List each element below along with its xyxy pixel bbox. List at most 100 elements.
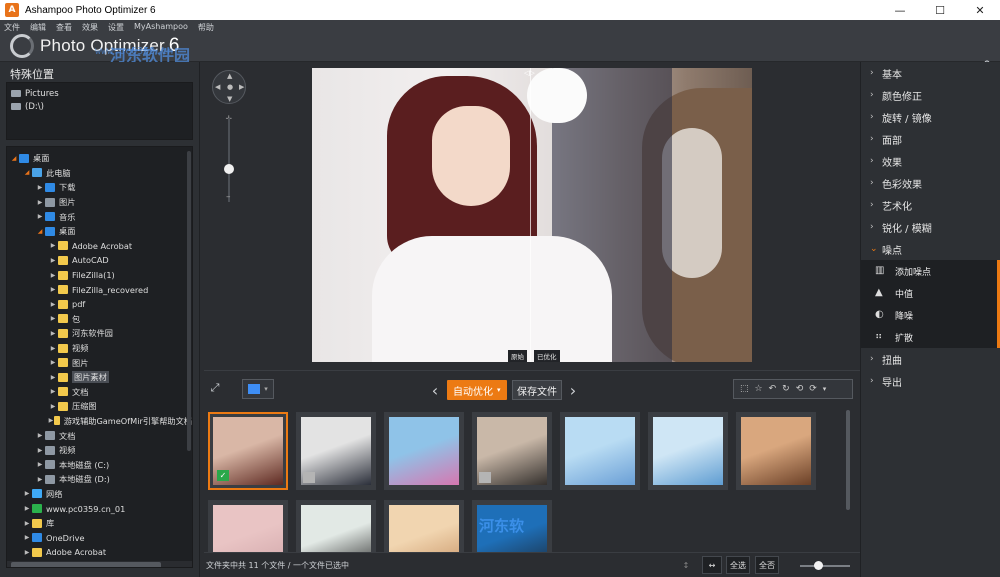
pan-up-icon[interactable]: ▲ bbox=[227, 72, 232, 80]
effect-category[interactable]: › 导出 bbox=[861, 370, 1000, 392]
tree-node[interactable]: ▶ pdf bbox=[9, 297, 192, 312]
collapsed-arrow-icon[interactable]: ▶ bbox=[35, 432, 45, 439]
thumbnail[interactable]: ✓ bbox=[208, 412, 288, 490]
location-drive-d[interactable]: (D:\) bbox=[11, 100, 188, 113]
thumbnail-checkbox[interactable]: ✓ bbox=[217, 470, 229, 481]
expanded-arrow-icon[interactable]: ◢ bbox=[9, 155, 19, 162]
tree-node[interactable]: ▶ 下载 bbox=[9, 180, 192, 195]
thumbnail-checkbox[interactable] bbox=[479, 472, 491, 483]
collapsed-arrow-icon[interactable]: ▶ bbox=[35, 447, 45, 454]
thumbnail[interactable]: 河东软 bbox=[472, 500, 552, 552]
noise-effect-item[interactable]: ▲ 中值 bbox=[861, 282, 997, 304]
tree-node[interactable]: ▶ 包 bbox=[9, 312, 192, 327]
effect-category[interactable]: › 旋转 / 镜像 bbox=[861, 106, 1000, 128]
tree-node[interactable]: ▶ FileZilla(1) bbox=[9, 268, 192, 283]
tree-node[interactable]: ▶ FileZilla_recovered bbox=[9, 282, 192, 297]
collapsed-arrow-icon[interactable]: ▶ bbox=[22, 549, 32, 556]
effect-category[interactable]: › 面部 bbox=[861, 128, 1000, 150]
rotate-icon[interactable]: ↻ bbox=[782, 384, 790, 394]
thumbnail[interactable] bbox=[208, 500, 288, 552]
thumbnail-checkbox[interactable] bbox=[303, 472, 315, 483]
thumbnail[interactable] bbox=[560, 412, 640, 490]
tree-node[interactable]: ▶ 图片 bbox=[9, 355, 192, 370]
collapsed-arrow-icon[interactable]: ▶ bbox=[35, 476, 45, 483]
save-file-button[interactable]: 保存文件 bbox=[512, 380, 562, 400]
thumbnail-size-slider[interactable] bbox=[800, 565, 850, 567]
tree-node[interactable]: ▶ Adobe Acrobat bbox=[9, 239, 192, 254]
menu-item-help[interactable]: 帮助 bbox=[198, 22, 214, 33]
collapsed-arrow-icon[interactable]: ▶ bbox=[35, 199, 45, 206]
location-pictures[interactable]: Pictures bbox=[11, 87, 188, 100]
tree-node[interactable]: ▶ 压缩图 bbox=[9, 399, 192, 414]
fullscreen-icon[interactable]: ⤢ bbox=[208, 381, 222, 395]
tree-node[interactable]: ▶ 音乐 bbox=[9, 209, 192, 224]
collapsed-arrow-icon[interactable]: ▶ bbox=[48, 345, 58, 352]
thumbnail[interactable] bbox=[296, 412, 376, 490]
select-region-icon[interactable]: ⬚ bbox=[740, 384, 749, 394]
tree-node[interactable]: ▶ 网络 bbox=[9, 487, 192, 502]
auto-optimize-dropdown-icon[interactable]: ▾ bbox=[497, 386, 501, 394]
tree-node[interactable]: ▶ 文档 bbox=[9, 428, 192, 443]
collapsed-arrow-icon[interactable]: ▶ bbox=[48, 272, 58, 279]
tree-node[interactable]: ◢ 桌面 bbox=[9, 151, 192, 166]
thumbnail[interactable] bbox=[384, 412, 464, 490]
collapsed-arrow-icon[interactable]: ▶ bbox=[48, 257, 58, 264]
thumbnail-scrollbar[interactable] bbox=[846, 410, 850, 510]
tree-node[interactable]: ▶ 本地磁盘 (C:) bbox=[9, 457, 192, 472]
tree-node[interactable]: ▶ 游戏辅助GameOfMir引擎帮助文档 bbox=[9, 414, 192, 429]
collapsed-arrow-icon[interactable]: ▶ bbox=[22, 534, 32, 541]
collapsed-arrow-icon[interactable]: ▶ bbox=[48, 403, 58, 410]
collapsed-arrow-icon[interactable]: ▶ bbox=[48, 374, 58, 381]
effect-category[interactable]: › 扭曲 bbox=[861, 348, 1000, 370]
tree-node[interactable]: ▶ 图片素材 bbox=[9, 370, 192, 385]
menu-item-view[interactable]: 查看 bbox=[56, 22, 72, 33]
collapsed-arrow-icon[interactable]: ▶ bbox=[22, 520, 32, 527]
collapsed-arrow-icon[interactable]: ▶ bbox=[35, 184, 45, 191]
prev-image-button[interactable]: ‹ bbox=[428, 381, 442, 400]
effect-category[interactable]: › 锐化 / 模糊 bbox=[861, 216, 1000, 238]
thumbnail[interactable] bbox=[472, 412, 552, 490]
menu-item-myashampoo[interactable]: MyAshampoo bbox=[134, 22, 188, 33]
horizontal-layout-icon[interactable]: ↔ bbox=[702, 556, 722, 574]
effect-category[interactable]: ⌄ 噪点 bbox=[861, 238, 1000, 260]
effect-category[interactable]: › 颜色修正 bbox=[861, 84, 1000, 106]
thumbnail[interactable] bbox=[296, 500, 376, 552]
menu-item-effects[interactable]: 效果 bbox=[82, 22, 98, 33]
collapsed-arrow-icon[interactable]: ▶ bbox=[48, 286, 58, 293]
zoom-slider-handle[interactable] bbox=[224, 164, 234, 174]
collapsed-arrow-icon[interactable]: ▶ bbox=[22, 490, 32, 497]
collapsed-arrow-icon[interactable]: ▶ bbox=[48, 417, 54, 424]
tree-node[interactable]: ▶ 图片 bbox=[9, 195, 192, 210]
tools-dropdown-icon[interactable]: ▾ bbox=[823, 385, 827, 393]
rotate-left-90-icon[interactable]: ⟲ bbox=[796, 384, 804, 394]
pan-right-icon[interactable]: ▶ bbox=[239, 83, 244, 91]
thumbnail[interactable] bbox=[384, 500, 464, 552]
thumbnail[interactable] bbox=[648, 412, 728, 490]
pan-down-icon[interactable]: ▼ bbox=[227, 95, 232, 103]
pan-center-icon[interactable]: ● bbox=[227, 83, 233, 91]
zoom-slider[interactable] bbox=[228, 118, 230, 202]
collapsed-arrow-icon[interactable]: ▶ bbox=[35, 461, 45, 468]
folder-tree[interactable]: ◢ 桌面 ◢ 此电脑 ▶ 下载 ▶ 图片 ▶ 音乐 ◢ 桌面 ▶ Adobe Acrobat ▶ AutoCA… bbox=[6, 146, 193, 568]
tree-node[interactable]: ▶ 视频 bbox=[9, 443, 192, 458]
tree-node[interactable]: ◢ 此电脑 bbox=[9, 166, 192, 181]
thumbnail[interactable] bbox=[736, 412, 816, 490]
tree-node[interactable]: ▶ 库 bbox=[9, 516, 192, 531]
expanded-arrow-icon[interactable]: ◢ bbox=[35, 228, 45, 235]
split-handle-icon[interactable]: ◁▷ bbox=[524, 69, 535, 77]
pan-left-icon[interactable]: ◀ bbox=[215, 83, 220, 91]
menu-item-settings[interactable]: 设置 bbox=[108, 22, 124, 33]
thumbnail-size-handle[interactable] bbox=[814, 561, 823, 570]
tree-horizontal-scrollbar[interactable] bbox=[7, 561, 192, 567]
vertical-layout-icon[interactable]: ↕ bbox=[678, 556, 694, 574]
maximize-button[interactable]: ☐ bbox=[920, 0, 960, 20]
menu-item-file[interactable]: 文件 bbox=[4, 22, 20, 33]
tree-node[interactable]: ▶ OneDrive bbox=[9, 530, 192, 545]
auto-optimize-button[interactable]: 自动优化 ▾ bbox=[447, 380, 507, 400]
pan-control[interactable]: ▲ ▼ ◀ ▶ ● bbox=[212, 70, 246, 104]
next-image-button[interactable]: › bbox=[566, 381, 580, 400]
effect-category[interactable]: › 色彩效果 bbox=[861, 172, 1000, 194]
noise-effect-item[interactable]: ◐ 降噪 bbox=[861, 304, 997, 326]
tree-node[interactable]: ◢ 桌面 bbox=[9, 224, 192, 239]
collapsed-arrow-icon[interactable]: ▶ bbox=[48, 330, 58, 337]
